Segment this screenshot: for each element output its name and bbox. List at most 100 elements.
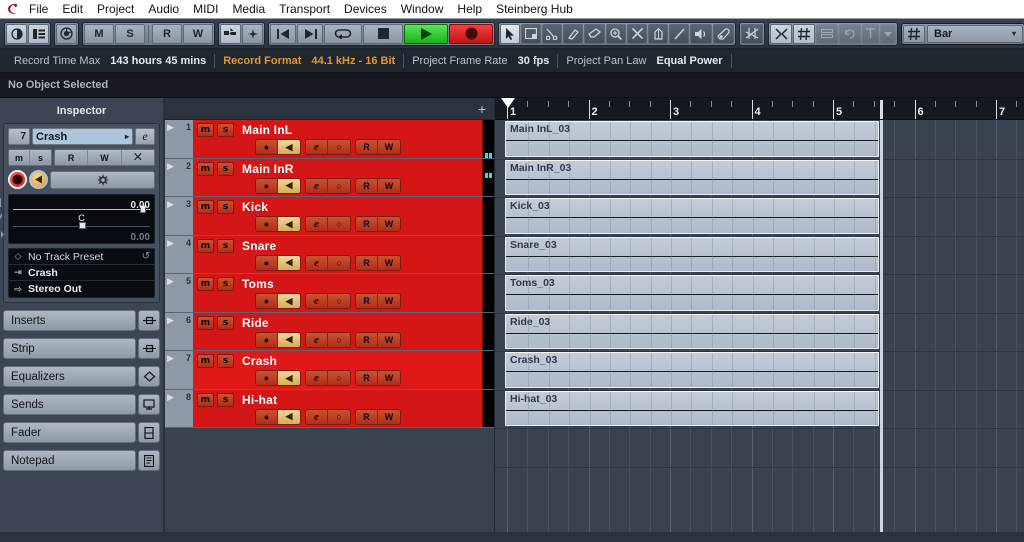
inspector-volume-row[interactable]: 0.00 bbox=[0, 197, 150, 213]
input-routing-row[interactable]: ⇥ Crash bbox=[9, 265, 154, 281]
chevron-down-icon[interactable]: ▾ bbox=[1002, 29, 1016, 38]
playhead-cursor[interactable] bbox=[501, 98, 515, 108]
volume-slider-track[interactable] bbox=[13, 209, 150, 210]
inspector-read-button[interactable]: R bbox=[55, 150, 89, 165]
track-solo-button[interactable]: s bbox=[217, 238, 234, 253]
track-lock-button[interactable]: ○ bbox=[328, 409, 350, 424]
track-read-button[interactable]: R bbox=[356, 409, 378, 424]
track-solo-button[interactable]: s bbox=[217, 277, 234, 291]
record-format-field[interactable]: Record Format 44.1 kHz - 16 Bit bbox=[215, 49, 403, 72]
track-record-enable-button[interactable]: ● bbox=[256, 140, 278, 154]
track-monitor-button[interactable]: ◀ bbox=[278, 332, 300, 347]
audio-event[interactable]: Snare_03 bbox=[505, 236, 879, 272]
grid-combo[interactable]: Bar ▾ bbox=[901, 22, 1024, 45]
track-write-button[interactable]: W bbox=[378, 332, 400, 347]
split-tool[interactable] bbox=[542, 23, 562, 44]
track-expand-icon[interactable]: ▶ bbox=[167, 276, 174, 286]
track-solo-button[interactable]: s bbox=[217, 354, 234, 368]
menu-item-steinberg-hub[interactable]: Steinberg Hub bbox=[489, 0, 580, 18]
toolbar-write-automation-button[interactable]: W bbox=[183, 23, 213, 44]
automation-mode-icon[interactable] bbox=[56, 23, 77, 44]
inspector-bypass-automation-button[interactable]: ⨉ bbox=[121, 150, 154, 165]
color-tool[interactable] bbox=[713, 23, 734, 44]
fader-label[interactable]: Fader bbox=[3, 422, 136, 443]
toolbar-mute-button[interactable]: M bbox=[84, 23, 114, 44]
go-to-end-button[interactable] bbox=[297, 23, 323, 44]
track-edit-button[interactable]: e bbox=[306, 178, 328, 193]
track-handle[interactable]: ▶ 7 bbox=[165, 351, 193, 389]
inspector-section-sends[interactable]: Sends bbox=[3, 394, 160, 415]
event-grid[interactable]: Main InL_03 Main InR_03 Kick_03 Snare_03 Tom… bbox=[495, 120, 1024, 532]
menu-item-transport[interactable]: Transport bbox=[272, 0, 337, 18]
reset-preset-icon[interactable]: ↺ bbox=[142, 251, 150, 262]
audio-event[interactable]: Kick_03 bbox=[505, 198, 879, 234]
strip-icon[interactable] bbox=[138, 338, 160, 359]
track-handle[interactable]: ▶ 8 bbox=[165, 389, 193, 427]
track-mute-button[interactable]: m bbox=[197, 277, 214, 291]
stop-button[interactable] bbox=[363, 23, 403, 44]
suspend-auto-scroll-icon[interactable] bbox=[242, 23, 263, 44]
track-handle[interactable]: ▶ 2 bbox=[165, 158, 193, 196]
track-monitor-button[interactable]: ◀ bbox=[278, 409, 300, 424]
track-solo-button[interactable]: s bbox=[217, 161, 234, 176]
track-row[interactable]: ▶ 3 m s Kick ● ◀ e ○ R W bbox=[165, 197, 494, 236]
zoom-tool[interactable] bbox=[606, 23, 626, 44]
inserts-icon[interactable] bbox=[138, 310, 160, 331]
track-handle[interactable]: ▶ 6 bbox=[165, 312, 193, 350]
cycle-button[interactable] bbox=[324, 23, 362, 44]
auto-scroll-icon[interactable] bbox=[220, 23, 241, 44]
track-edit-button[interactable]: e bbox=[306, 140, 328, 154]
sends-label[interactable]: Sends bbox=[3, 394, 136, 415]
play-tool[interactable] bbox=[690, 23, 712, 44]
track-expand-icon[interactable]: ▶ bbox=[167, 122, 174, 132]
track-record-enable-button[interactable]: ● bbox=[256, 332, 278, 347]
track-expand-icon[interactable]: ▶ bbox=[167, 161, 174, 171]
track-lock-button[interactable]: ○ bbox=[328, 255, 350, 270]
menu-item-devices[interactable]: Devices bbox=[337, 0, 394, 18]
track-read-button[interactable]: R bbox=[356, 178, 378, 193]
inspector-section-notepad[interactable]: Notepad bbox=[3, 450, 160, 471]
track-row[interactable]: ▶ 5 m s Toms ● ◀ e ○ R W bbox=[165, 274, 494, 313]
track-edit-button[interactable]: e bbox=[306, 332, 328, 347]
track-name[interactable]: Hi-hat bbox=[242, 393, 277, 407]
quantize-settings-button[interactable] bbox=[862, 23, 879, 44]
track-edit-button[interactable]: e bbox=[306, 255, 328, 270]
inspector-write-button[interactable]: W bbox=[88, 150, 122, 165]
add-track-button[interactable]: + bbox=[478, 101, 486, 117]
track-row[interactable]: ▶ 4 m s Snare ● ◀ e ○ R W bbox=[165, 235, 494, 274]
quantize-dropdown-button[interactable] bbox=[880, 23, 896, 44]
glue-tool[interactable] bbox=[563, 23, 583, 44]
track-read-button[interactable]: R bbox=[356, 217, 378, 231]
menu-item-help[interactable]: Help bbox=[450, 0, 489, 18]
track-write-button[interactable]: W bbox=[378, 217, 400, 231]
track-read-button[interactable]: R bbox=[356, 140, 378, 154]
record-button[interactable] bbox=[449, 23, 493, 44]
track-lock-button[interactable]: ○ bbox=[328, 332, 350, 347]
track-mute-button[interactable]: m bbox=[197, 161, 214, 176]
track-solo-button[interactable]: s bbox=[217, 123, 234, 137]
track-expand-icon[interactable]: ▶ bbox=[167, 353, 174, 363]
track-lock-button[interactable]: ○ bbox=[328, 371, 350, 385]
track-record-enable-button[interactable]: ● bbox=[256, 178, 278, 193]
equalizers-label[interactable]: Equalizers bbox=[3, 366, 136, 387]
sends-icon[interactable] bbox=[138, 394, 160, 415]
menu-item-window[interactable]: Window bbox=[394, 0, 451, 18]
track-name[interactable]: Main InR bbox=[242, 162, 294, 176]
line-tool[interactable] bbox=[669, 23, 689, 44]
track-monitor-button[interactable]: ◀ bbox=[278, 217, 300, 231]
quantize-preset-button[interactable] bbox=[816, 23, 838, 44]
track-record-enable-button[interactable]: ● bbox=[256, 409, 278, 424]
menu-item-edit[interactable]: Edit bbox=[55, 0, 90, 18]
track-name[interactable]: Toms bbox=[242, 277, 274, 291]
audio-event[interactable]: Crash_03 bbox=[505, 352, 879, 388]
inserts-label[interactable]: Inserts bbox=[3, 310, 136, 331]
play-button[interactable] bbox=[404, 23, 448, 44]
track-edit-button[interactable]: e bbox=[306, 409, 328, 424]
track-name[interactable]: Snare bbox=[242, 239, 276, 253]
track-expand-icon[interactable]: ▶ bbox=[167, 199, 174, 209]
track-row[interactable]: ▶ 8 m s Hi-hat ● ◀ e ○ R W bbox=[165, 389, 494, 428]
inspector-mute-button[interactable]: m bbox=[9, 150, 30, 165]
track-row[interactable]: ▶ 7 m s Crash ● ◀ e ○ R W bbox=[165, 351, 494, 390]
output-routing-row[interactable]: ⇨ Stereo Out bbox=[9, 281, 154, 297]
track-lock-button[interactable]: ○ bbox=[328, 294, 350, 308]
